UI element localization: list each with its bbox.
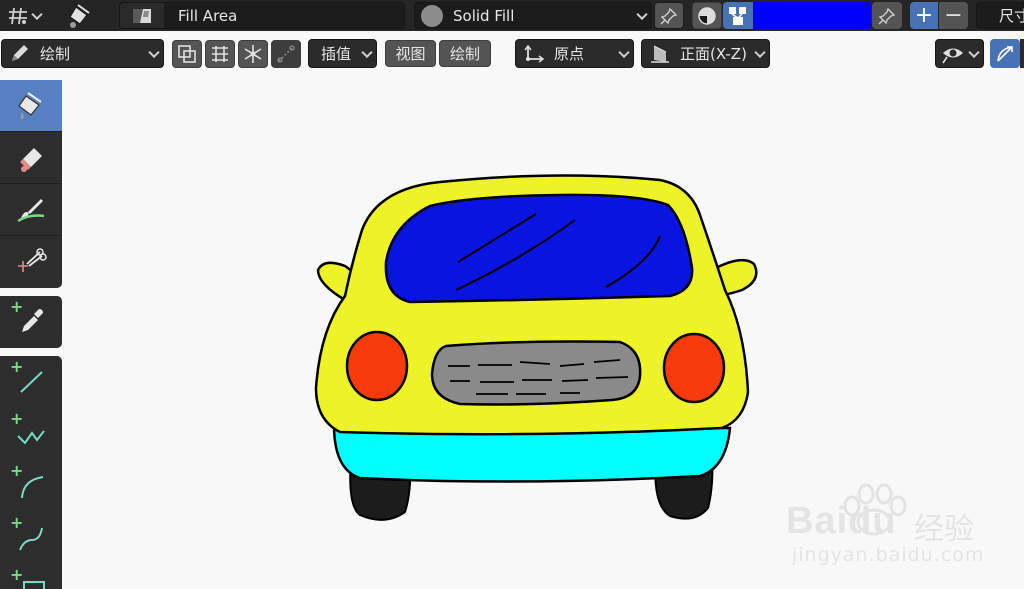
grease-pencil-canvas[interactable] [0, 0, 1024, 589]
bumper [332, 426, 732, 483]
left-headlight [345, 330, 409, 402]
blender-viewport: Fill Area Solid Fill + − 尺寸 绘制 插值 视图 绘制 … [0, 0, 1024, 589]
windshield [384, 193, 694, 304]
grille [430, 340, 642, 406]
right-headlight [662, 332, 726, 404]
